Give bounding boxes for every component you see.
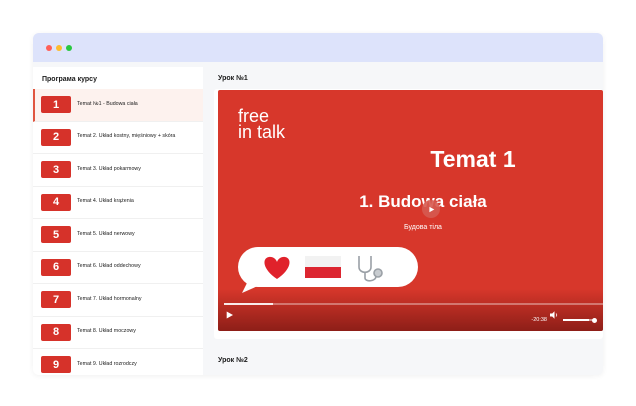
video-progress-fill	[224, 303, 274, 305]
volume-slider[interactable]	[563, 319, 595, 321]
sidebar-item-5[interactable]: 5 Temat 5. Układ nerwowy	[33, 219, 203, 252]
control-play-icon[interactable]	[226, 306, 233, 324]
lesson-1-card: free in talk Temat 1 1. Budowa ciała Буд…	[214, 89, 603, 339]
lesson-number-badge: 9	[41, 356, 71, 374]
lesson-number-badge: 1	[41, 96, 71, 114]
sidebar-item-label: Temat 3. Układ pokarmowy	[77, 165, 141, 172]
sidebar-item-8[interactable]: 8 Temat 8. Układ moczowy	[33, 317, 203, 349]
sidebar-item-4[interactable]: 4 Temat 4. Układ krążenia	[33, 187, 203, 219]
sidebar-item-label: Temat 2. Układ kostny, mięśniowy + skóra	[77, 133, 176, 140]
sidebar-item-6[interactable]: 6 Temat 6. Układ oddechowy	[33, 252, 203, 284]
video-topic-title: Temat 1	[430, 146, 516, 172]
poland-flag-icon	[305, 256, 341, 278]
emoji-speech-bubble	[238, 247, 418, 293]
sidebar-item-label: Temat 8. Układ moczowy	[77, 328, 136, 335]
minimize-dot-icon[interactable]	[56, 44, 62, 51]
volume-knob[interactable]	[592, 318, 597, 323]
maximize-dot-icon[interactable]	[66, 44, 72, 51]
video-topic-ukrainian: Будова тіла	[404, 224, 442, 231]
volume-icon[interactable]	[550, 306, 559, 324]
play-icon	[428, 206, 434, 212]
sidebar-item-7[interactable]: 7 Temat 7. Układ hormonalny	[33, 284, 203, 317]
video-progress-bar[interactable]	[224, 303, 603, 305]
sidebar-item-2[interactable]: 2 Temat 2. Układ kostny, mięśniowy + skó…	[33, 122, 203, 154]
window-titlebar	[33, 33, 603, 62]
sidebar-item-label: Temat 7. Układ hormonalny	[77, 295, 142, 302]
close-dot-icon[interactable]	[46, 44, 52, 51]
lesson-number-badge: 4	[41, 193, 71, 211]
browser-window: Програма курсу 1 Temat №1 - Budowa ciała…	[33, 33, 603, 375]
lesson-1-title: Урок №1	[218, 75, 248, 82]
sidebar-item-1[interactable]: 1 Temat №1 - Budowa ciała	[33, 89, 203, 122]
lesson-number-badge: 7	[41, 291, 71, 309]
free-in-talk-logo: free in talk	[238, 107, 286, 142]
sidebar-item-label: Temat №1 - Budowa ciała	[77, 100, 138, 107]
sidebar-item-label: Temat 6. Układ oddechowy	[77, 263, 141, 270]
lesson-number-badge: 3	[41, 161, 71, 179]
lesson-2-title: Урок №2	[218, 357, 248, 364]
heart-icon	[264, 256, 290, 279]
page-content: Програма курсу 1 Temat №1 - Budowa ciała…	[33, 67, 603, 375]
sidebar-item-9[interactable]: 9 Temat 9. Układ rozrodczy	[33, 349, 203, 375]
time-remaining: -20:38	[531, 317, 547, 323]
sidebar-title: Програма курсу	[42, 76, 97, 83]
lesson-number-badge: 8	[41, 323, 71, 341]
sidebar-item-label: Temat 4. Układ krążenia	[77, 198, 134, 205]
sidebar-item-3[interactable]: 3 Temat 3. Układ pokarmowy	[33, 154, 203, 187]
lesson-number-badge: 2	[41, 128, 71, 146]
sidebar-item-label: Temat 9. Układ rozrodczy	[77, 360, 137, 367]
video-player[interactable]: free in talk Temat 1 1. Budowa ciała Буд…	[218, 90, 603, 331]
lesson-area: Урок №1 free in talk Temat 1 1. Budowa c…	[211, 67, 603, 375]
play-overlay-button[interactable]	[422, 200, 440, 218]
logo-line-2: in talk	[238, 122, 286, 142]
sidebar-item-label: Temat 5. Układ nerwowy	[77, 230, 135, 237]
stethoscope-icon	[358, 256, 383, 282]
volume-fill	[563, 319, 589, 321]
course-sidebar: Програма курсу 1 Temat №1 - Budowa ciała…	[33, 67, 203, 375]
bubble-emojis	[242, 256, 383, 293]
video-controls: -20:38	[218, 289, 603, 331]
lesson-number-badge: 5	[41, 226, 71, 244]
lesson-number-badge: 6	[41, 258, 71, 276]
